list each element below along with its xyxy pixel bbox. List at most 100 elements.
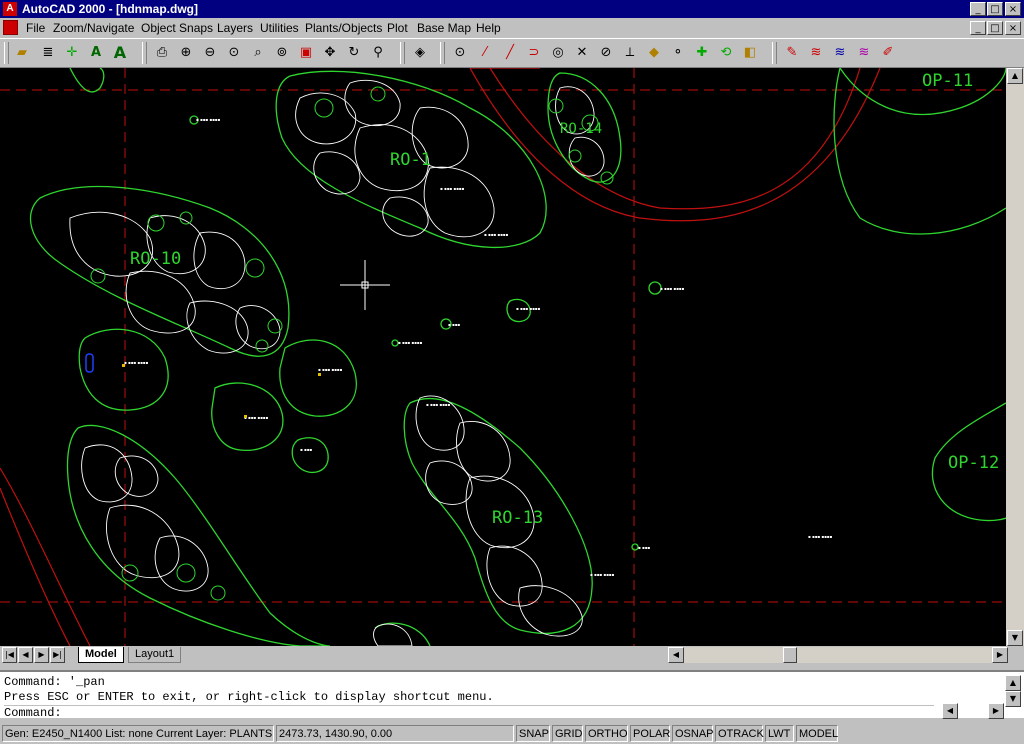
maximize-button[interactable]: □ — [987, 2, 1003, 16]
perpendicular-icon[interactable]: ⟂ — [620, 43, 640, 63]
tab-first-icon[interactable]: |◀ — [2, 647, 17, 663]
tab-next-icon[interactable]: ▶ — [34, 647, 49, 663]
status-lwt-toggle[interactable]: LWT — [765, 725, 794, 742]
drawing-canvas[interactable]: ▪ ▪▪▪ ▪▪▪▪ ▪ ▪▪▪ ▪▪▪▪ ▪ ▪▪▪ ▪▪▪▪ ▪ ▪▪▪ ▪… — [0, 68, 1006, 646]
line-icon[interactable]: ╱ — [500, 43, 520, 63]
command-scroll-up-icon[interactable]: ▲ — [1005, 675, 1021, 691]
command-scroll-down-icon[interactable]: ▼ — [1005, 691, 1021, 707]
menu-layers[interactable]: Layers — [217, 21, 253, 35]
hatch3-icon[interactable]: ≋ — [854, 43, 874, 63]
zoom-extents-icon[interactable]: ⊚ — [272, 43, 292, 63]
quadrant-icon[interactable]: ◆ — [644, 43, 664, 63]
status-polar-toggle[interactable]: POLAR — [630, 725, 670, 742]
status-osnap-toggle[interactable]: OSNAP — [672, 725, 714, 742]
toolbar-grip[interactable] — [4, 42, 9, 64]
tangent-icon[interactable]: ⊘ — [596, 43, 616, 63]
print-icon[interactable]: ⎙ — [152, 43, 172, 63]
menu-zoom-navigate[interactable]: Zoom/Navigate — [53, 21, 134, 35]
status-bar: Gen: E2450_N1400 List: none Current Laye… — [0, 722, 1024, 744]
doc-minimize-button[interactable]: _ — [970, 21, 986, 35]
status-snap-toggle[interactable]: SNAP — [516, 725, 550, 742]
intersection-icon[interactable]: ✕ — [572, 43, 592, 63]
svg-text:▪ ▪▪▪ ▪▪▪▪: ▪ ▪▪▪ ▪▪▪▪ — [440, 186, 465, 191]
menu-plot[interactable]: Plot — [387, 21, 408, 35]
scroll-left-icon[interactable]: ◀ — [668, 647, 684, 663]
title-bar: A AutoCAD 2000 - [hdnmap.dwg] _ □ × — [0, 0, 1024, 18]
menu-object-snaps[interactable]: Object Snaps — [141, 21, 213, 35]
command-input[interactable]: Command: — [4, 705, 934, 720]
autocad-app-icon[interactable]: A — [3, 2, 17, 16]
menu-plants-objects[interactable]: Plants/Objects — [305, 21, 382, 35]
toolbar-grip-4[interactable] — [440, 42, 445, 64]
circle-snap-icon[interactable]: ⊙ — [450, 43, 470, 63]
zoom-realtime-icon[interactable]: ⌕ — [248, 43, 268, 63]
status-otrack-toggle[interactable]: OTRACK — [715, 725, 764, 742]
hatch-icon[interactable]: ≋ — [806, 43, 826, 63]
document-icon[interactable] — [3, 20, 18, 35]
apparent-icon[interactable]: ◧ — [740, 43, 760, 63]
close-button[interactable]: × — [1005, 2, 1021, 16]
endpoint-icon[interactable]: ⁄ — [475, 43, 495, 63]
center-icon[interactable]: ◎ — [548, 43, 568, 63]
horizontal-scroll-thumb[interactable] — [783, 647, 797, 663]
node-icon[interactable]: ⚬ — [668, 43, 688, 63]
doc-restore-button[interactable]: □ — [987, 21, 1003, 35]
tab-layout1[interactable]: Layout1 — [128, 647, 182, 663]
svg-text:▪ ▪▪▪ ▪▪▪▪: ▪ ▪▪▪ ▪▪▪▪ — [660, 286, 685, 291]
scroll-right-icon[interactable]: ▶ — [992, 647, 1008, 663]
bed-label-op12: OP-12 — [948, 453, 999, 473]
insert-icon[interactable]: ✚ — [692, 43, 712, 63]
layer-stack-icon[interactable]: ◈ — [410, 43, 430, 63]
status-model-toggle[interactable]: MODEL — [796, 725, 838, 742]
selected-object[interactable] — [85, 353, 94, 373]
toolbar-grip-3[interactable] — [400, 42, 405, 64]
pan-icon[interactable]: ✥ — [320, 43, 340, 63]
menu-utilities[interactable]: Utilities — [260, 21, 299, 35]
layer-lines-icon[interactable]: ≣ — [38, 43, 58, 63]
status-coordinates[interactable]: 2473.73, 1430.90, 0.00 — [276, 725, 514, 742]
open-icon[interactable]: ▰ — [12, 43, 32, 63]
tab-prev-icon[interactable]: ◀ — [18, 647, 33, 663]
zoom-out-icon[interactable]: ⊖ — [200, 43, 220, 63]
text-a-icon[interactable]: A — [86, 43, 106, 63]
menu-base-map[interactable]: Base Map — [417, 21, 471, 35]
bed-label-op11: OP-11 — [922, 71, 973, 91]
paint-icon[interactable]: ✐ — [878, 43, 898, 63]
scroll-up-icon[interactable]: ▲ — [1007, 68, 1023, 84]
menu-help[interactable]: Help — [476, 21, 501, 35]
zoom-in-icon[interactable]: ⊕ — [176, 43, 196, 63]
scroll-down-icon[interactable]: ▼ — [1007, 630, 1023, 646]
toolbar-grip-5[interactable] — [772, 42, 777, 64]
drawing-svg[interactable]: ▪ ▪▪▪ ▪▪▪▪ ▪ ▪▪▪ ▪▪▪▪ ▪ ▪▪▪ ▪▪▪▪ ▪ ▪▪▪ ▪… — [0, 68, 1006, 646]
command-scroll-left-icon[interactable]: ◀ — [942, 703, 958, 719]
grid-lines — [0, 68, 1006, 646]
svg-text:▪ ▪▪▪ ▪▪▪▪: ▪ ▪▪▪ ▪▪▪▪ — [244, 415, 269, 420]
minimize-button[interactable]: _ — [970, 2, 986, 16]
svg-text:▪ ▪▪▪ ▪▪▪▪: ▪ ▪▪▪ ▪▪▪▪ — [808, 534, 833, 539]
tab-model[interactable]: Model — [78, 647, 124, 663]
svg-text:▪ ▪▪▪ ▪▪▪▪: ▪ ▪▪▪ ▪▪▪▪ — [590, 572, 615, 577]
menu-file[interactable]: File — [26, 21, 45, 35]
snap-point-icon[interactable]: ✛ — [62, 43, 82, 63]
svg-text:▪ ▪▪▪ ▪▪▪▪: ▪ ▪▪▪ ▪▪▪▪ — [516, 306, 541, 311]
regen-icon[interactable]: ↻ — [344, 43, 364, 63]
text-a-large-icon[interactable]: A — [110, 43, 130, 63]
tab-last-icon[interactable]: ▶| — [50, 647, 65, 663]
zoom-previous-icon[interactable]: ▣ — [296, 43, 316, 63]
brush-icon[interactable]: ✎ — [782, 43, 802, 63]
properties-icon[interactable]: ⚲ — [368, 43, 388, 63]
vertical-scrollbar[interactable]: ▲ ▼ — [1006, 68, 1024, 646]
nearest-icon[interactable]: ⟲ — [716, 43, 736, 63]
horizontal-scrollbar[interactable]: ◀ ▶ — [668, 647, 1008, 663]
plant-clusters — [69, 79, 605, 646]
plant-annotations: ▪ ▪▪▪ ▪▪▪▪ ▪ ▪▪▪ ▪▪▪▪ ▪ ▪▪▪ ▪▪▪▪ ▪ ▪▪▪ ▪… — [124, 117, 833, 577]
command-history-line-2: Press ESC or ENTER to exit, or right-cli… — [4, 690, 494, 704]
zoom-window-icon[interactable]: ⊙ — [224, 43, 244, 63]
doc-close-button[interactable]: × — [1005, 21, 1021, 35]
command-scroll-right-icon[interactable]: ▶ — [988, 703, 1004, 719]
status-grid-toggle[interactable]: GRID — [552, 725, 583, 742]
toolbar-grip-2[interactable] — [142, 42, 147, 64]
hatch2-icon[interactable]: ≋ — [830, 43, 850, 63]
arc-icon[interactable]: ⊃ — [524, 43, 544, 63]
status-ortho-toggle[interactable]: ORTHO — [585, 725, 628, 742]
